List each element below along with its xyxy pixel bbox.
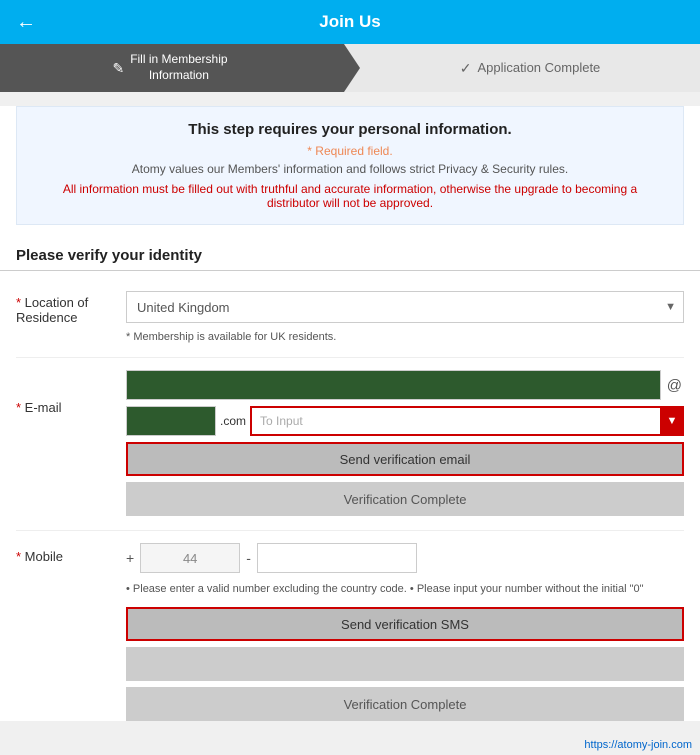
email-verification-complete-button: Verification Complete xyxy=(126,482,684,516)
info-box: This step requires your personal informa… xyxy=(16,106,684,225)
email-row: * E-mail @ .com To Input xyxy=(16,357,684,516)
phone-hint: • Please enter a valid number excluding … xyxy=(126,583,684,595)
phone-code-input[interactable] xyxy=(140,543,240,573)
info-title: This step requires your personal informa… xyxy=(37,121,663,138)
email-username-input[interactable] xyxy=(126,370,661,400)
phone-plus-sign: + xyxy=(126,550,134,566)
info-privacy: Atomy values our Members' information an… xyxy=(37,162,663,176)
email-label: * E-mail xyxy=(16,370,126,415)
steps-bar: ✎ Fill in MembershipInformation ✓ Applic… xyxy=(0,44,700,92)
info-warning: All information must be filled out with … xyxy=(37,182,663,210)
email-control: @ .com To Input ▼ Send v xyxy=(126,370,684,516)
location-hint: * Membership is available for UK residen… xyxy=(126,331,684,343)
step-complete-icon: ✓ xyxy=(460,60,472,77)
section-title: Please verify your identity xyxy=(0,239,700,271)
at-icon: @ xyxy=(665,377,684,394)
sms-empty-bar xyxy=(126,647,684,681)
domain-suffix: .com xyxy=(220,414,246,428)
step-complete-label: Application Complete xyxy=(477,60,600,77)
step-fill-icon: ✎ xyxy=(112,60,124,77)
mobile-label: * Mobile xyxy=(16,543,126,564)
phone-dash-sign: - xyxy=(246,550,251,566)
step-fill-label: Fill in MembershipInformation xyxy=(130,52,227,83)
page-title: Join Us xyxy=(16,12,684,32)
sms-verification-complete-button: Verification Complete xyxy=(126,687,684,721)
location-row: * Location ofResidence United Kingdom ▼ … xyxy=(16,283,684,343)
phone-number-input[interactable] xyxy=(257,543,417,573)
location-select[interactable]: United Kingdom xyxy=(126,291,684,323)
mobile-control: + - • Please enter a valid number exclud… xyxy=(126,543,684,721)
email-provider-select[interactable]: To Input xyxy=(250,406,684,436)
footer-watermark: https://atomy-join.com xyxy=(0,735,700,755)
step-complete: ✓ Application Complete xyxy=(360,44,700,92)
back-button[interactable]: ← xyxy=(16,11,36,34)
location-control: United Kingdom ▼ * Membership is availab… xyxy=(126,291,684,343)
email-domain-input[interactable] xyxy=(126,406,216,436)
info-required: * Required field. xyxy=(37,144,663,158)
step-fill[interactable]: ✎ Fill in MembershipInformation xyxy=(0,44,360,92)
send-sms-button[interactable]: Send verification SMS xyxy=(126,607,684,641)
send-email-button[interactable]: Send verification email xyxy=(126,442,684,476)
header: ← Join Us xyxy=(0,0,700,44)
location-label: * Location ofResidence xyxy=(16,291,126,325)
mobile-row: * Mobile + - • Please enter a valid numb… xyxy=(16,530,684,721)
